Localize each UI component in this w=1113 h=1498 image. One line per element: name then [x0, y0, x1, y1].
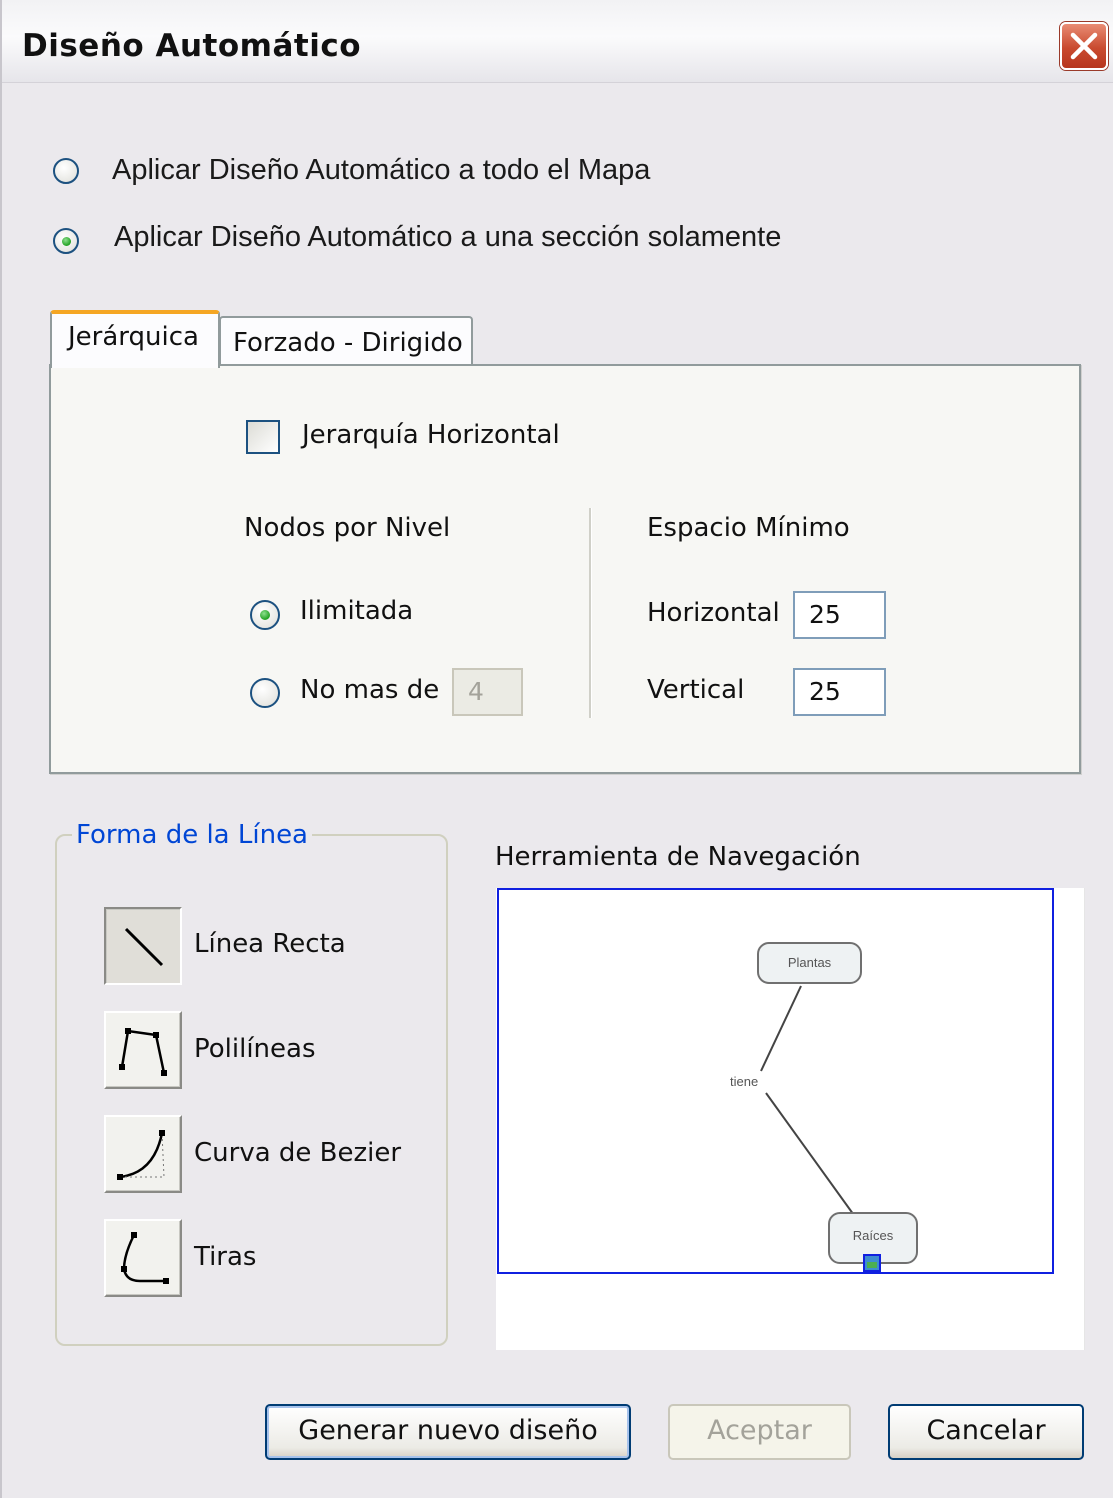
link-label-tiene: tiene	[730, 1074, 759, 1089]
auto-layout-dialog: Diseño Automático Aplicar Diseño Automát…	[0, 0, 1113, 1498]
close-button[interactable]	[1060, 22, 1108, 70]
horizontal-space-input[interactable]: 25	[793, 591, 886, 639]
straight-line-button[interactable]	[104, 907, 182, 985]
close-icon	[1070, 32, 1098, 60]
unlimited-label: Ilimitada	[300, 596, 414, 626]
hierarchical-tab-panel	[49, 364, 1081, 774]
tab-forced-directed[interactable]: Forzado - Dirigido	[219, 316, 473, 366]
radio-selected-dot	[260, 610, 270, 620]
strips-button[interactable]	[104, 1219, 182, 1297]
radio-section-only[interactable]	[53, 228, 79, 254]
strips-icon	[121, 1232, 169, 1284]
generate-layout-button[interactable]: Generar nuevo diseño	[265, 1404, 631, 1460]
nodes-per-level-heading: Nodos por Nivel	[244, 513, 451, 543]
radio-unlimited[interactable]	[250, 600, 280, 630]
radio-no-more-than[interactable]	[250, 678, 280, 708]
tab-forced-directed-label: Forzado - Dirigido	[233, 328, 463, 358]
nodes-limit-input[interactable]: 4	[452, 668, 523, 716]
image-resource-icon	[863, 1254, 881, 1272]
strips-label: Tiras	[194, 1242, 257, 1272]
vertical-divider	[589, 508, 592, 718]
radio-selected-dot	[62, 237, 71, 246]
bezier-curve-button[interactable]	[104, 1115, 182, 1193]
min-space-heading: Espacio Mínimo	[647, 513, 850, 543]
polyline-label: Polilíneas	[194, 1034, 316, 1064]
horizontal-hierarchy-checkbox[interactable]	[246, 420, 280, 454]
horizontal-hierarchy-label: Jerarquía Horizontal	[302, 420, 560, 450]
radio-whole-map-label: Aplicar Diseño Automático a todo el Mapa	[112, 154, 651, 186]
tab-hierarchical-label: Jerárquica	[68, 322, 199, 352]
cancel-button[interactable]: Cancelar	[888, 1404, 1084, 1460]
radio-whole-map[interactable]	[53, 158, 79, 184]
accept-button[interactable]: Aceptar	[668, 1404, 851, 1460]
horizontal-space-label: Horizontal	[647, 598, 780, 628]
concept-node-plantas: Plantas	[757, 942, 862, 984]
polyline-button[interactable]	[104, 1011, 182, 1089]
straight-line-icon	[124, 927, 164, 967]
bezier-curve-icon	[117, 1130, 165, 1180]
bezier-curve-label: Curva de Bezier	[194, 1138, 402, 1168]
line-shape-heading: Forma de la Línea	[72, 820, 312, 850]
window-title: Diseño Automático	[22, 28, 362, 64]
radio-section-only-label: Aplicar Diseño Automático a una sección …	[114, 221, 782, 253]
vertical-space-input[interactable]: 25	[793, 668, 886, 716]
title-bar[interactable]: Diseño Automático	[2, 0, 1113, 83]
no-more-than-label: No mas de	[300, 675, 440, 705]
tab-hierarchical[interactable]: Jerárquica	[50, 310, 220, 368]
vertical-space-label: Vertical	[647, 675, 745, 705]
polyline-icon	[119, 1028, 167, 1076]
straight-line-label: Línea Recta	[194, 929, 346, 959]
navigator-heading: Herramienta de Navegación	[495, 842, 861, 872]
